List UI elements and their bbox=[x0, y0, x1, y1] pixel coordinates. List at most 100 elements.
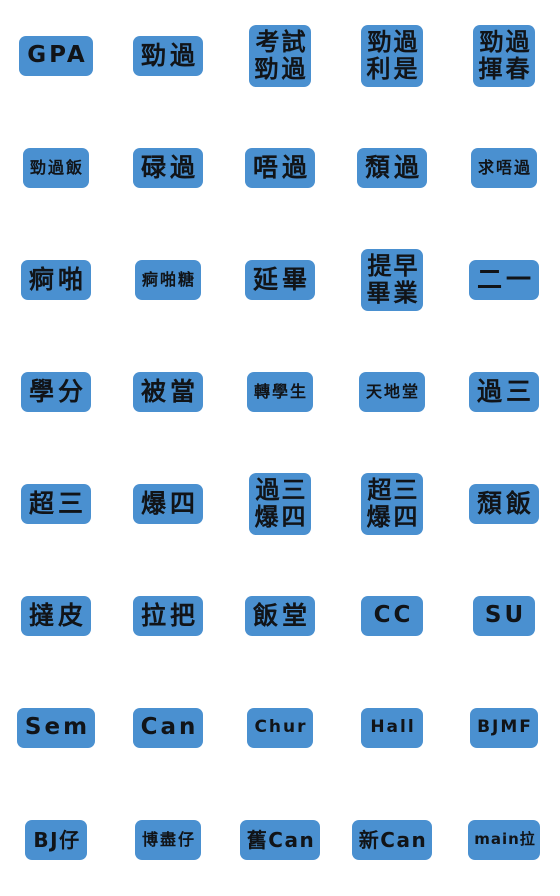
sticker-20[interactable]: 過三 bbox=[468, 372, 539, 412]
sticker-cell: BJMF bbox=[448, 672, 560, 784]
sticker-37[interactable]: 博盡仔 bbox=[134, 820, 201, 860]
sticker-9-line-1: 頹過 bbox=[364, 153, 423, 182]
sticker-13[interactable]: 延畢 bbox=[244, 260, 315, 300]
sticker-25[interactable]: 頹飯 bbox=[468, 484, 539, 524]
sticker-35[interactable]: BJMF bbox=[470, 708, 538, 748]
sticker-7-line-1: 碌過 bbox=[140, 153, 199, 182]
sticker-cell: 勁過 揮春 bbox=[448, 0, 560, 112]
sticker-12-line-1: 痾啪糖 bbox=[141, 269, 196, 289]
sticker-8-line-1: 唔過 bbox=[252, 153, 311, 182]
sticker-4[interactable]: 勁過 利是 bbox=[361, 25, 423, 87]
sticker-cell: 博盡仔 bbox=[112, 784, 224, 896]
sticker-cell: 提早 畢業 bbox=[336, 224, 448, 336]
sticker-10[interactable]: 求唔過 bbox=[470, 148, 537, 188]
sticker-15-line-1: 二一 bbox=[476, 265, 535, 294]
sticker-18-line-1: 轉學生 bbox=[253, 381, 308, 401]
sticker-26[interactable]: 撻皮 bbox=[20, 596, 91, 636]
sticker-7[interactable]: 碌過 bbox=[132, 148, 203, 188]
sticker-cell: 勁過 bbox=[112, 0, 224, 112]
sticker-3[interactable]: 考試 勁過 bbox=[249, 25, 311, 87]
sticker-5[interactable]: 勁過 揮春 bbox=[473, 25, 535, 87]
sticker-9[interactable]: 頹過 bbox=[356, 148, 427, 188]
sticker-16[interactable]: 學分 bbox=[20, 372, 91, 412]
sticker-cell: 拉把 bbox=[112, 560, 224, 672]
sticker-cell: Sem bbox=[0, 672, 112, 784]
sticker-10-line-1: 求唔過 bbox=[477, 157, 532, 177]
sticker-24[interactable]: 超三 爆四 bbox=[361, 473, 423, 535]
sticker-2[interactable]: 勁過 bbox=[132, 36, 203, 76]
sticker-cell: 唔過 bbox=[224, 112, 336, 224]
sticker-34[interactable]: Hall bbox=[361, 708, 423, 748]
sticker-5-line-2: 揮春 bbox=[478, 55, 533, 83]
sticker-30[interactable]: SU bbox=[473, 596, 535, 636]
sticker-19[interactable]: 天地堂 bbox=[358, 372, 425, 412]
sticker-13-line-1: 延畢 bbox=[252, 265, 311, 294]
sticker-35-line-1: BJMF bbox=[477, 717, 533, 738]
sticker-22-line-1: 爆四 bbox=[140, 489, 199, 518]
sticker-36[interactable]: BJ仔 bbox=[25, 820, 87, 860]
sticker-cell: Hall bbox=[336, 672, 448, 784]
sticker-5-line-1: 勁過 bbox=[479, 27, 532, 56]
sticker-32[interactable]: Can bbox=[132, 708, 204, 748]
sticker-38-line-1: 舊Can bbox=[246, 827, 316, 852]
sticker-1[interactable]: GPA bbox=[19, 36, 93, 76]
sticker-cell: SU bbox=[448, 560, 560, 672]
sticker-sheet: GPA 勁過 考試 勁過 勁過 利是 勁過 揮春 勁過飯 碌過 唔過 頹過 求唔過 痾啪 痾啪糖 延畢 提早 畢業… bbox=[0, 0, 560, 896]
sticker-cell: 過三 bbox=[448, 336, 560, 448]
sticker-39[interactable]: 新Can bbox=[351, 820, 433, 860]
sticker-cell: 碌過 bbox=[112, 112, 224, 224]
sticker-6[interactable]: 勁過飯 bbox=[22, 148, 89, 188]
sticker-29-line-1: CC bbox=[373, 602, 414, 629]
sticker-cell: 勁過 利是 bbox=[336, 0, 448, 112]
sticker-15[interactable]: 二一 bbox=[468, 260, 539, 300]
sticker-cell: 學分 bbox=[0, 336, 112, 448]
sticker-cell: BJ仔 bbox=[0, 784, 112, 896]
sticker-cell: 求唔過 bbox=[448, 112, 560, 224]
sticker-cell: 轉學生 bbox=[224, 336, 336, 448]
sticker-cell: 舊Can bbox=[224, 784, 336, 896]
sticker-8[interactable]: 唔過 bbox=[244, 148, 315, 188]
sticker-11[interactable]: 痾啪 bbox=[20, 260, 91, 300]
sticker-cell: 痾啪糖 bbox=[112, 224, 224, 336]
sticker-27-line-1: 拉把 bbox=[140, 601, 199, 630]
sticker-14-line-2: 畢業 bbox=[366, 279, 421, 307]
sticker-4-line-2: 利是 bbox=[366, 55, 421, 83]
sticker-cell: 撻皮 bbox=[0, 560, 112, 672]
sticker-33[interactable]: Chur bbox=[247, 708, 313, 748]
sticker-cell: CC bbox=[336, 560, 448, 672]
sticker-27[interactable]: 拉把 bbox=[132, 596, 203, 636]
sticker-19-line-1: 天地堂 bbox=[365, 381, 420, 401]
sticker-22[interactable]: 爆四 bbox=[132, 484, 203, 524]
sticker-20-line-1: 過三 bbox=[476, 377, 535, 406]
sticker-14[interactable]: 提早 畢業 bbox=[361, 249, 423, 311]
sticker-18[interactable]: 轉學生 bbox=[246, 372, 313, 412]
sticker-31[interactable]: Sem bbox=[16, 708, 96, 748]
sticker-2-line-1: 勁過 bbox=[140, 41, 199, 70]
sticker-24-line-1: 超三 bbox=[367, 475, 420, 504]
sticker-25-line-1: 頹飯 bbox=[476, 489, 535, 518]
sticker-4-line-1: 勁過 bbox=[367, 27, 420, 56]
sticker-40[interactable]: main拉 bbox=[468, 820, 540, 860]
sticker-cell: Chur bbox=[224, 672, 336, 784]
sticker-28[interactable]: 飯堂 bbox=[244, 596, 315, 636]
sticker-12[interactable]: 痾啪糖 bbox=[134, 260, 201, 300]
sticker-cell: 飯堂 bbox=[224, 560, 336, 672]
sticker-cell: GPA bbox=[0, 0, 112, 112]
sticker-17[interactable]: 被當 bbox=[132, 372, 203, 412]
sticker-23-line-1: 過三 bbox=[255, 475, 308, 504]
sticker-26-line-1: 撻皮 bbox=[28, 601, 87, 630]
sticker-cell: 天地堂 bbox=[336, 336, 448, 448]
sticker-30-line-1: SU bbox=[484, 602, 527, 629]
sticker-23[interactable]: 過三 爆四 bbox=[249, 473, 311, 535]
sticker-11-line-1: 痾啪 bbox=[28, 265, 87, 294]
sticker-37-line-1: 博盡仔 bbox=[141, 829, 196, 849]
sticker-31-line-1: Sem bbox=[24, 714, 91, 741]
sticker-38[interactable]: 舊Can bbox=[239, 820, 321, 860]
sticker-cell: main拉 bbox=[448, 784, 560, 896]
sticker-3-line-1: 考試 bbox=[255, 27, 308, 56]
sticker-29[interactable]: CC bbox=[361, 596, 423, 636]
sticker-21[interactable]: 超三 bbox=[20, 484, 91, 524]
sticker-cell: 考試 勁過 bbox=[224, 0, 336, 112]
sticker-cell: 痾啪 bbox=[0, 224, 112, 336]
sticker-cell: 勁過飯 bbox=[0, 112, 112, 224]
